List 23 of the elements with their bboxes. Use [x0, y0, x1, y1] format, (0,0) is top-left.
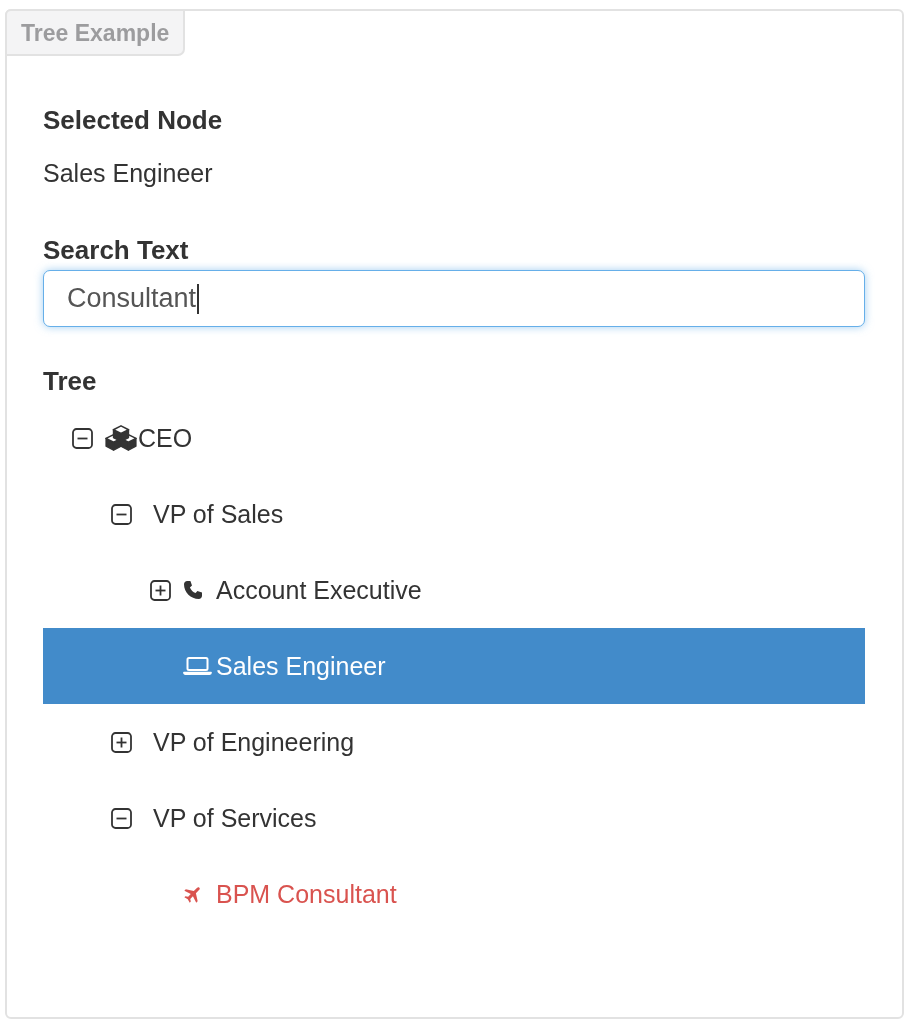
panel-title: Tree Example — [5, 9, 186, 56]
tree-node[interactable]: CEO — [43, 400, 865, 476]
search-field[interactable]: Consultant — [43, 270, 865, 327]
collapse-icon[interactable] — [111, 503, 132, 525]
tree-node[interactable]: Account Executive — [43, 552, 865, 628]
section-label: Selected Node — [43, 104, 224, 137]
tree-node[interactable]: BPM Consultant — [43, 856, 865, 932]
field-label: Search Text — [43, 234, 190, 267]
section-label: Tree — [43, 365, 98, 398]
expand-icon[interactable] — [150, 579, 171, 601]
tree-node[interactable]: Sales Engineer — [43, 628, 865, 704]
airplane-icon — [183, 884, 203, 904]
cubes-icon — [105, 425, 137, 451]
tree-node[interactable]: VP of Engineering — [43, 704, 865, 780]
tree-node[interactable]: VP of Sales — [43, 476, 865, 552]
phone-icon — [183, 580, 203, 600]
laptop-icon — [183, 657, 212, 675]
collapse-icon[interactable] — [111, 807, 132, 829]
text-cursor — [197, 283, 199, 314]
expand-icon[interactable] — [111, 731, 132, 753]
tree-node[interactable]: VP of Services — [43, 780, 865, 856]
selected-node-value: Sales Engineer — [43, 158, 214, 189]
collapse-icon[interactable] — [72, 427, 93, 449]
